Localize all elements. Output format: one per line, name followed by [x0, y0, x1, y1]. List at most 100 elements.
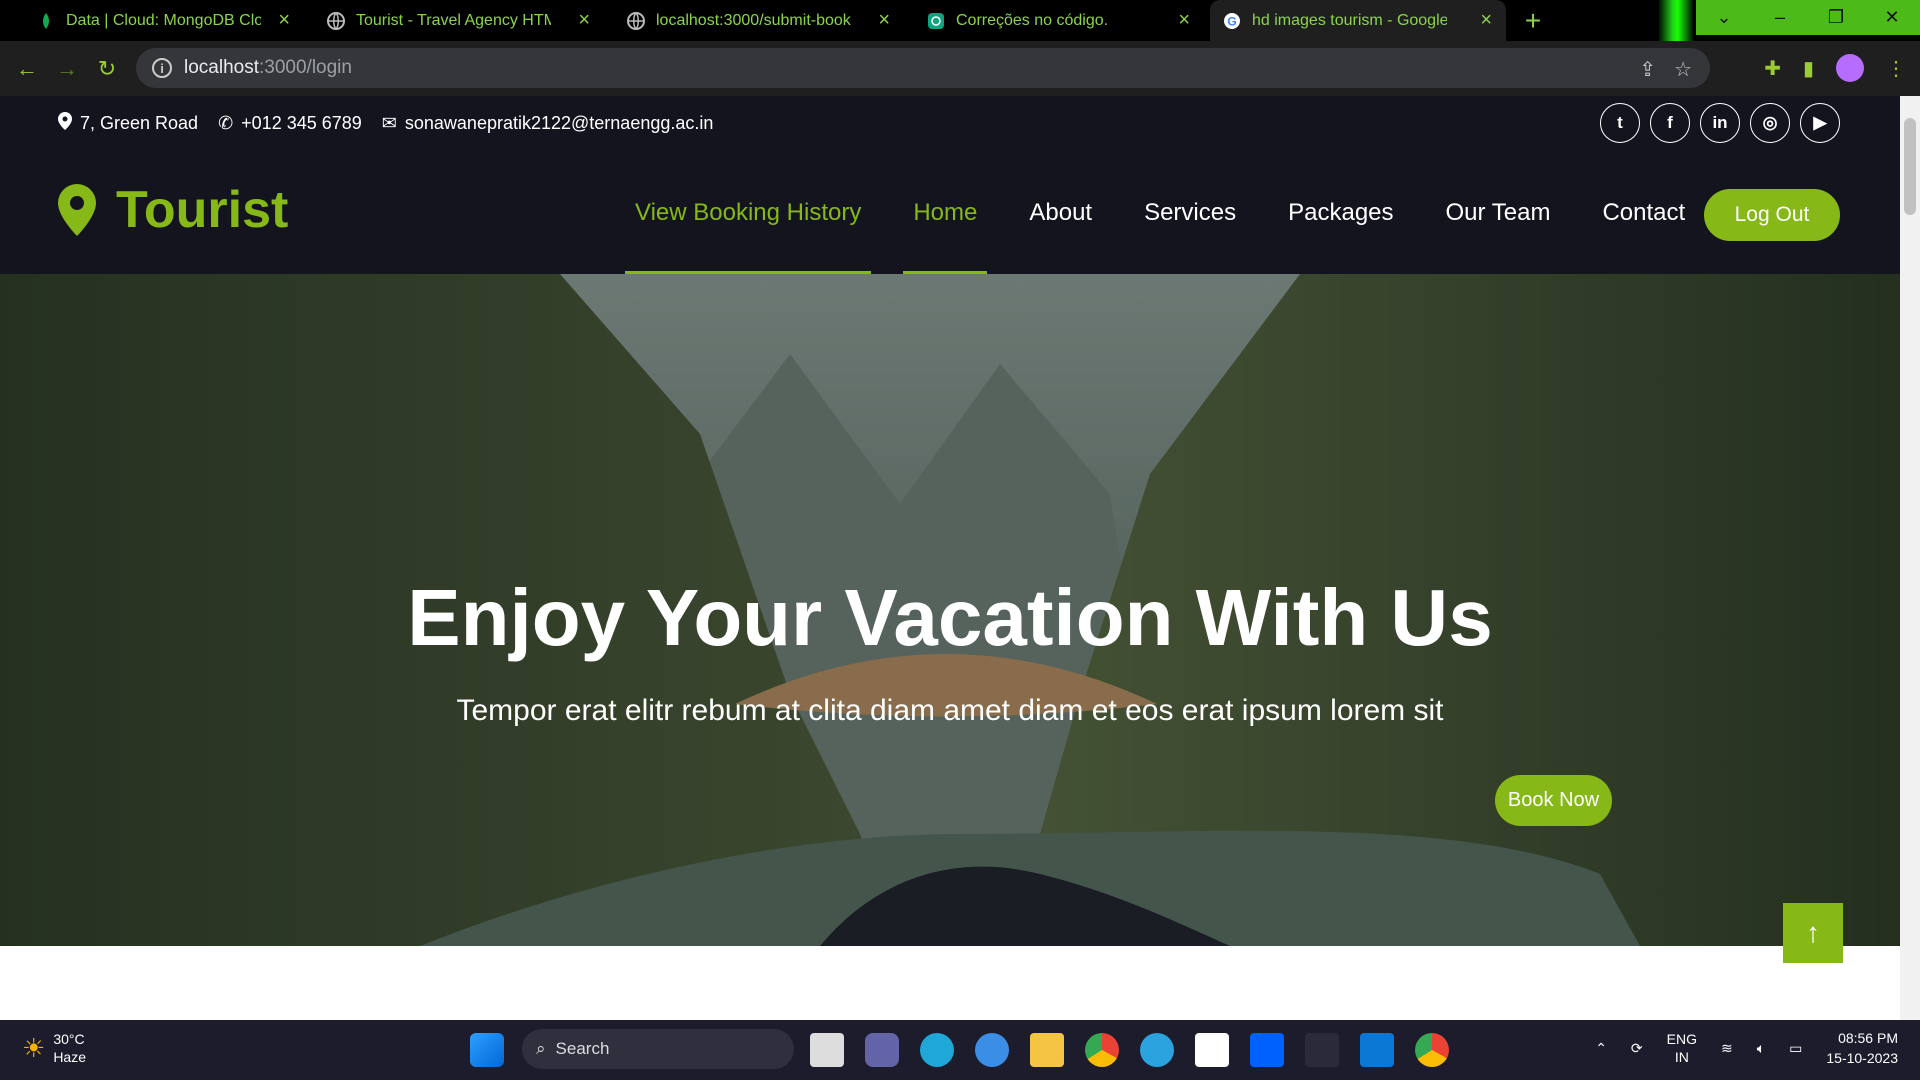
task-view-icon[interactable] [810, 1033, 844, 1067]
windows-taskbar: ☀ 30°C Haze ⌕ Search ⌃ ⟳ ENG IN ≋ 🔈︎ ▭ 0… [0, 1020, 1920, 1080]
close-window-button[interactable]: ✕ [1864, 0, 1920, 35]
share-icon[interactable]: ⇪ [1639, 57, 1656, 82]
clock[interactable]: 08:56 PM 15-10-2023 [1826, 1028, 1898, 1068]
tab-submit-booking[interactable]: localhost:3000/submit-booking × [614, 0, 904, 41]
back-to-top-button[interactable]: ↑ [1783, 903, 1843, 963]
reload-icon[interactable]: ↻ [92, 54, 122, 84]
clock-time: 08:56 PM [1838, 1030, 1898, 1046]
tab-title: Data | Cloud: MongoDB Cloud [66, 11, 261, 29]
taskbar-apps [470, 1033, 504, 1067]
envelope-icon: ✉ [381, 113, 397, 133]
chrome-icon[interactable] [1085, 1033, 1119, 1067]
facebook-icon[interactable]: f [1650, 103, 1690, 143]
web-page: 7, Green Road ✆ +012 345 6789 ✉ sonawane… [0, 96, 1900, 1020]
teams-chat-icon[interactable] [865, 1033, 899, 1067]
tab-title: localhost:3000/submit-booking [656, 11, 851, 29]
profile-avatar[interactable] [1836, 54, 1864, 82]
scrollbar-thumb[interactable] [1904, 118, 1916, 215]
address-bar[interactable]: i localhost:3000/login ⇪ ☆ [136, 48, 1710, 88]
tab-title: hd images tourism - Google Sea [1252, 11, 1447, 29]
tab-mongodb[interactable]: Data | Cloud: MongoDB Cloud × [24, 0, 304, 41]
close-tab-icon[interactable]: × [278, 9, 290, 32]
main-navbar: Tourist View Booking History Home About … [0, 152, 1900, 274]
tab-title: Correções no código. [956, 11, 1109, 29]
lang-code: ENG [1666, 1031, 1697, 1047]
window-controls: ⌄ – ❐ ✕ [1696, 0, 1920, 35]
nav-packages[interactable]: Packages [1278, 152, 1403, 274]
browser-tab-strip: Data | Cloud: MongoDB Cloud × Tourist - … [0, 0, 1920, 41]
back-icon[interactable]: ← [12, 54, 42, 84]
nav-about[interactable]: About [1019, 152, 1102, 274]
tab-correcoes[interactable]: Correções no código. × [914, 0, 1204, 41]
clock-date: 15-10-2023 [1826, 1050, 1898, 1066]
close-tab-icon[interactable]: × [878, 9, 890, 32]
weather-widget[interactable]: ☀ 30°C Haze [22, 1030, 86, 1066]
edge-icon[interactable] [920, 1033, 954, 1067]
close-tab-icon[interactable]: × [1178, 9, 1190, 32]
brand-name: Tourist [116, 181, 289, 239]
system-tray: ⌃ ⟳ ENG IN ≋ 🔈︎ ▭ 08:56 PM 15-10-2023 [1595, 1028, 1898, 1068]
vscode-icon[interactable] [1360, 1033, 1394, 1067]
bookmark-star-icon[interactable]: ☆ [1674, 57, 1692, 82]
tab-search-icon[interactable]: ⌄ [1696, 0, 1752, 35]
restore-button[interactable]: ❐ [1808, 0, 1864, 35]
menu-kebab-icon[interactable]: ⋮ [1886, 56, 1906, 81]
ms-store-icon[interactable] [1195, 1033, 1229, 1067]
globe-icon [326, 11, 346, 31]
language-indicator[interactable]: ENG IN [1667, 1030, 1697, 1066]
file-explorer-icon[interactable] [1030, 1033, 1064, 1067]
nav-view-booking-history[interactable]: View Booking History [625, 152, 872, 274]
contact-topbar: 7, Green Road ✆ +012 345 6789 ✉ sonawane… [0, 96, 1900, 152]
hero-subtitle: Tempor erat elitr rebum at clita diam am… [456, 694, 1444, 727]
side-panel-icon[interactable]: ▮ [1803, 56, 1814, 81]
tab-title: Tourist - Travel Agency HTML Te [356, 11, 551, 29]
address-text: 7, Green Road [80, 113, 199, 133]
pinned-apps [810, 1033, 1449, 1067]
openai-icon [926, 11, 946, 31]
logout-button[interactable]: Log Out [1704, 189, 1840, 241]
dropbox-icon[interactable] [1250, 1033, 1284, 1067]
tab-google-search[interactable]: G hd images tourism - Google Sea × [1210, 0, 1506, 41]
brand-logo[interactable]: Tourist [58, 180, 288, 240]
url-host: localhost [184, 57, 259, 78]
email-item: ✉ sonawanepratik2122@ternaengg.ac.in [382, 113, 714, 134]
telegram-icon[interactable] [1140, 1033, 1174, 1067]
hero-title: Enjoy Your Vacation With Us [407, 573, 1493, 662]
nav-contact[interactable]: Contact [1592, 152, 1695, 274]
twitter-icon[interactable]: t [1600, 103, 1640, 143]
forward-icon[interactable]: → [52, 54, 82, 84]
globe-icon [626, 11, 646, 31]
nav-our-team[interactable]: Our Team [1436, 152, 1561, 274]
region-code: IN [1674, 1049, 1689, 1065]
youtube-icon[interactable]: ▶ [1800, 103, 1840, 143]
hero-section: Enjoy Your Vacation With Us Tempor erat … [0, 274, 1900, 946]
windows-start-icon[interactable] [470, 1033, 504, 1067]
url-path: :3000/login [259, 57, 352, 78]
close-tab-icon[interactable]: × [1480, 9, 1492, 32]
chevron-up-icon[interactable]: ⌃ [1595, 1040, 1607, 1057]
sun-haze-icon: ☀ [22, 1032, 46, 1063]
cursor-app-icon[interactable] [1305, 1033, 1339, 1067]
chrome-profile-icon[interactable] [1415, 1033, 1449, 1067]
weather-condition: Haze [53, 1049, 86, 1065]
temperature: 30°C [53, 1031, 85, 1047]
new-tab-button[interactable]: + [1517, 5, 1549, 37]
wifi-icon[interactable]: ≋ [1721, 1040, 1733, 1057]
extensions-puzzle-icon[interactable]: ✚ [1764, 56, 1781, 81]
get-help-icon[interactable] [975, 1033, 1009, 1067]
instagram-icon[interactable]: ◎ [1750, 103, 1790, 143]
nav-services[interactable]: Services [1134, 152, 1246, 274]
taskbar-search[interactable]: ⌕ Search [522, 1029, 794, 1069]
book-now-button[interactable]: Book Now [1495, 775, 1612, 826]
volume-icon[interactable]: 🔈︎ [1757, 1040, 1765, 1057]
sync-icon[interactable]: ⟳ [1631, 1040, 1643, 1057]
page-scrollbar[interactable] [1900, 96, 1920, 1020]
tab-tourist-template[interactable]: Tourist - Travel Agency HTML Te × [314, 0, 604, 41]
nav-menu: View Booking History Home About Services… [625, 152, 1727, 274]
site-info-icon[interactable]: i [152, 58, 172, 78]
nav-home[interactable]: Home [903, 152, 988, 274]
close-tab-icon[interactable]: × [578, 9, 590, 32]
minimize-button[interactable]: – [1752, 0, 1808, 35]
linkedin-icon[interactable]: in [1700, 103, 1740, 143]
battery-icon[interactable]: ▭ [1789, 1040, 1802, 1057]
